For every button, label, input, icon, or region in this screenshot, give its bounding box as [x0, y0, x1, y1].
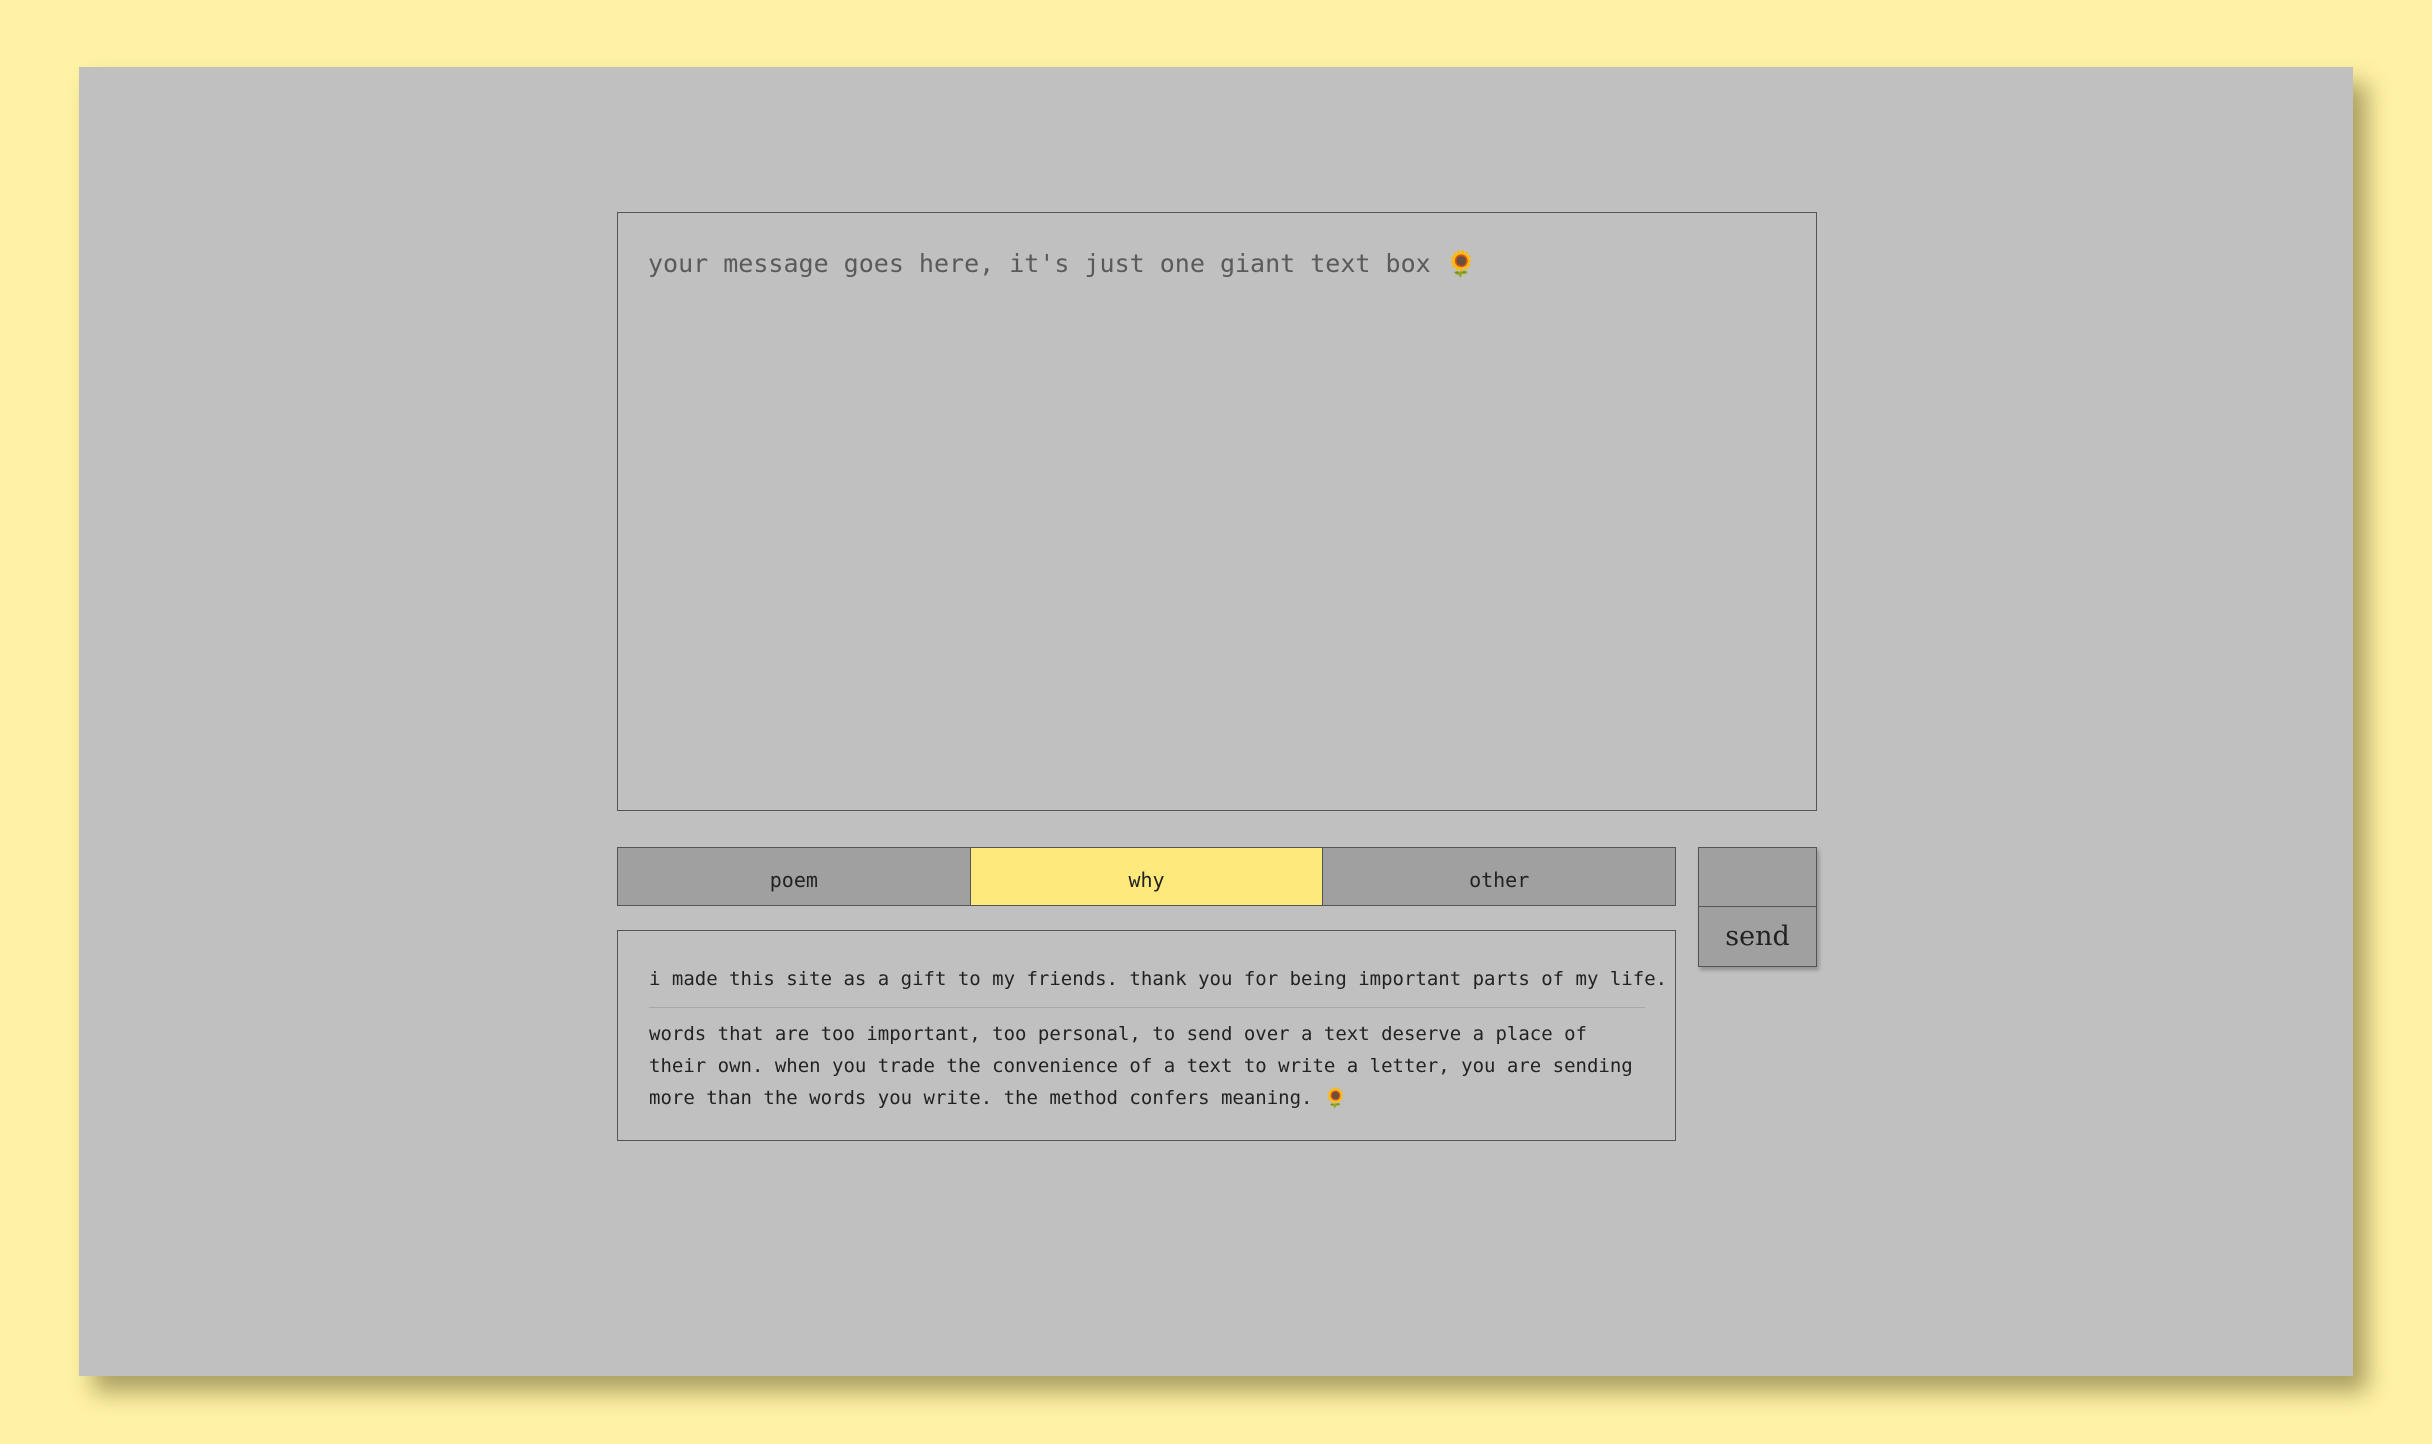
action-buttons: send [1698, 847, 1817, 967]
send-button[interactable]: send [1698, 907, 1817, 967]
blank-button[interactable] [1698, 847, 1817, 907]
tab-bar: poem why other [617, 847, 1676, 906]
info-paragraph: words that are too important, too person… [649, 1023, 1633, 1109]
tab-poem[interactable]: poem [618, 848, 970, 905]
message-textarea[interactable] [617, 212, 1817, 811]
info-panel: i made this site as a gift to my friends… [617, 930, 1676, 1141]
tab-why[interactable]: why [969, 848, 1323, 905]
tab-other[interactable]: other [1322, 848, 1676, 905]
info-gift-note: i made this site as a gift to my friends… [649, 963, 1667, 1008]
